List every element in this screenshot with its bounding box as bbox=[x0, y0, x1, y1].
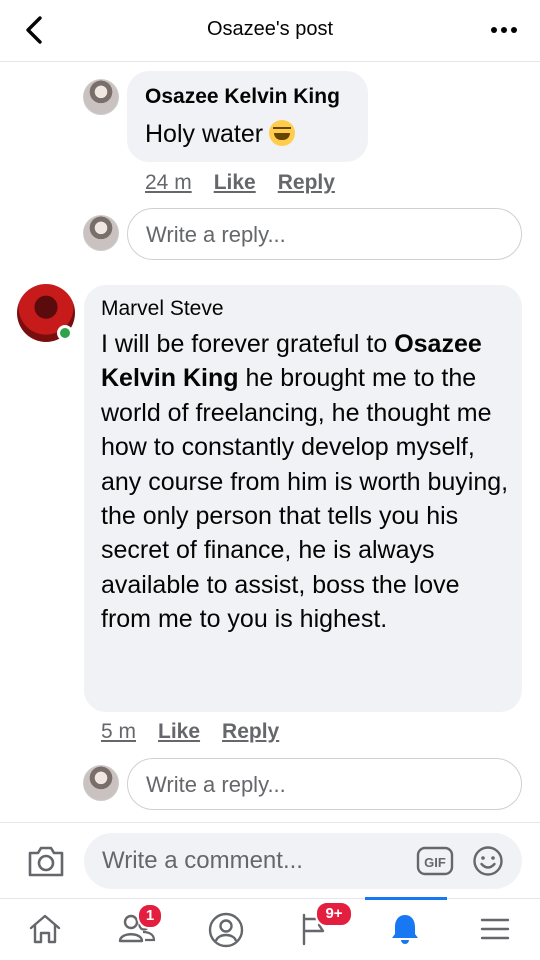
avatar bbox=[83, 765, 119, 801]
comment-bubble: Osazee Kelvin King Holy water bbox=[127, 71, 368, 162]
reply-placeholder: Write a reply... bbox=[146, 222, 286, 247]
avatar bbox=[83, 215, 119, 251]
reply-input[interactable]: Write a reply... bbox=[127, 208, 522, 260]
comment-author[interactable]: Marvel Steve bbox=[101, 297, 224, 321]
online-status-icon bbox=[57, 325, 73, 341]
menu-icon bbox=[480, 918, 510, 940]
comment-meta: 24 m Like Reply bbox=[145, 171, 335, 195]
nav-menu[interactable] bbox=[450, 899, 540, 960]
gif-icon[interactable]: GIF bbox=[416, 846, 454, 876]
reply-input[interactable]: Write a reply... bbox=[127, 758, 522, 810]
reply-placeholder: Write a reply... bbox=[146, 772, 286, 797]
bottom-navigation: 1 9+ bbox=[0, 897, 540, 960]
comment-text: I will be forever grateful to Osazee Kel… bbox=[101, 330, 509, 634]
like-button[interactable]: Like bbox=[158, 720, 200, 744]
profile-icon bbox=[208, 912, 244, 948]
notification-badge: 1 bbox=[137, 903, 163, 929]
like-button[interactable]: Like bbox=[214, 171, 256, 195]
nav-notifications[interactable] bbox=[360, 899, 450, 960]
avatar[interactable] bbox=[83, 79, 119, 115]
nav-home[interactable] bbox=[0, 899, 90, 960]
comment-author[interactable]: Osazee Kelvin King bbox=[145, 85, 340, 109]
more-horizontal-icon[interactable] bbox=[488, 18, 520, 42]
gif-label: GIF bbox=[424, 855, 446, 870]
nav-profile[interactable] bbox=[180, 899, 270, 960]
comment-time[interactable]: 5 m bbox=[101, 720, 136, 744]
post-header: Osazee's post bbox=[0, 0, 540, 62]
smile-icon[interactable] bbox=[472, 845, 504, 877]
bell-icon bbox=[392, 915, 418, 944]
camera-icon[interactable] bbox=[26, 843, 66, 879]
nav-pages[interactable]: 9+ bbox=[270, 899, 360, 960]
notification-badge: 9+ bbox=[315, 901, 353, 927]
comment-placeholder: Write a comment... bbox=[102, 847, 303, 874]
comment-meta: 5 m Like Reply bbox=[101, 720, 279, 744]
comment-time[interactable]: 24 m bbox=[145, 171, 192, 195]
laughing-emoji-icon bbox=[269, 120, 296, 146]
comment-input[interactable]: Write a comment... GIF bbox=[84, 833, 522, 889]
comment-composer: Write a comment... GIF bbox=[0, 822, 540, 898]
reply-button[interactable]: Reply bbox=[222, 720, 279, 744]
page-title: Osazee's post bbox=[206, 18, 334, 40]
reply-button[interactable]: Reply bbox=[278, 171, 335, 195]
comment-text: Holy water bbox=[145, 117, 296, 151]
comment-bubble: Marvel Steve I will be forever grateful … bbox=[84, 285, 522, 712]
nav-friends[interactable]: 1 bbox=[90, 899, 180, 960]
home-icon bbox=[29, 914, 61, 944]
